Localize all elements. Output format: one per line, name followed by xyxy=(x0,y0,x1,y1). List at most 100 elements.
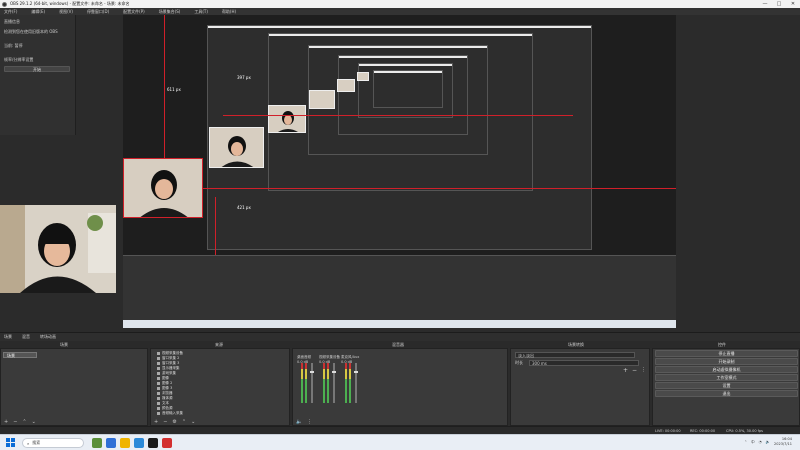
edge-icon[interactable] xyxy=(106,438,116,448)
nested-taskbar xyxy=(123,320,676,328)
menu-tools[interactable]: 工具(T) xyxy=(194,9,208,15)
move-down-icon[interactable]: ⌄ xyxy=(191,419,195,425)
remove-source-button[interactable]: − xyxy=(163,419,167,425)
menu-file[interactable]: 文件(F) xyxy=(4,9,17,15)
scenes-dock: 场景 + − ⌃ ⌄ xyxy=(0,348,148,426)
status-bar: LIVE: 00:00:00 REC: 00:00:00 CPU: 0.5%, … xyxy=(0,426,800,434)
slider-knob[interactable] xyxy=(354,371,358,373)
rec-timer: REC: 00:00:00 xyxy=(690,429,716,433)
webcam-thumb-2 xyxy=(209,127,264,168)
scene-item[interactable]: 场景 xyxy=(3,352,37,358)
app-icon-1[interactable] xyxy=(92,438,102,448)
menu-edit[interactable]: 编辑(E) xyxy=(31,9,45,15)
volume-slider[interactable] xyxy=(333,363,335,403)
minimize-button[interactable]: — xyxy=(758,0,772,8)
windows-start-icon[interactable] xyxy=(6,438,15,447)
slider-knob[interactable] xyxy=(310,371,314,373)
maximize-button[interactable]: □ xyxy=(772,0,786,8)
nested-dock-area xyxy=(123,255,676,321)
sources-dock: 视频采集设备 窗口采集 2 窗口采集 3 显示器采集 游戏采集 图像 图像 2 … xyxy=(150,348,290,426)
audio-mixer-dock: 桌面音频 0.0 dB 视频采集设备 0.0 dB 麦克风/Aux 0.0 dB… xyxy=(292,348,508,426)
taskbar-search[interactable]: ⌕ 搜索 xyxy=(22,438,84,448)
menu-profile[interactable]: 配置文件(P) xyxy=(123,9,145,15)
dock-line: 检测到您在使用旧版本的 OBS xyxy=(4,29,58,34)
slider-knob[interactable] xyxy=(332,371,336,373)
guide-horizontal xyxy=(203,188,676,189)
tab-scenes[interactable]: 场景 xyxy=(4,334,12,340)
window-title: OBS 29.1.2 (64-bit, windows) - 配置文件: 未命名… xyxy=(10,1,130,6)
sources-footer: + − ⚙ ⌃ ⌄ xyxy=(151,418,289,425)
studio-mode-button[interactable]: 工作室模式 xyxy=(655,374,798,381)
webcam-thumb-6 xyxy=(357,72,369,81)
px-label-3: 397 px xyxy=(237,75,251,80)
cpu-status: CPU: 0.5%, 30.00 fps xyxy=(726,429,763,433)
add-transition-button[interactable]: + xyxy=(623,367,628,374)
volume-slider[interactable] xyxy=(311,363,313,403)
move-up-icon[interactable]: ⌃ xyxy=(182,419,186,425)
obs-taskbar-icon[interactable] xyxy=(148,438,158,448)
obs-app-icon xyxy=(2,1,7,7)
sources-list: 视频采集设备 窗口采集 2 窗口采集 3 显示器采集 游戏采集 图像 图像 2 … xyxy=(151,349,289,418)
duration-row: 时长 300 ms xyxy=(515,359,645,366)
start-button[interactable]: 开始 xyxy=(4,66,70,72)
store-icon[interactable] xyxy=(134,438,144,448)
main-preview[interactable]: 611 px 567 px 397 px 421 px xyxy=(123,15,676,328)
volume-meter xyxy=(323,363,325,403)
webcam-thumb-5 xyxy=(337,79,355,92)
mixer-menu-icon[interactable]: ⋮ xyxy=(307,419,312,425)
search-icon: ⌕ xyxy=(27,440,30,446)
menu-help[interactable]: 帮助(H) xyxy=(222,9,236,15)
title-bar: OBS 29.1.2 (64-bit, windows) - 配置文件: 未命名… xyxy=(0,0,800,8)
taskbar-apps xyxy=(92,438,172,448)
transition-menu-icon[interactable]: ⋮ xyxy=(641,367,646,373)
chevron-up-icon[interactable]: ⌃ xyxy=(744,440,747,444)
list-item[interactable]: 音频输入采集 xyxy=(157,411,283,416)
menu-bar: 文件(F) 编辑(E) 视图(V) 停靠窗口(D) 配置文件(P) 场景集合(S… xyxy=(0,8,800,15)
remove-transition-button[interactable]: − xyxy=(632,367,637,374)
menu-docks[interactable]: 停靠窗口(D) xyxy=(87,9,109,15)
virtual-camera-button[interactable]: 启动虚拟摄像机 xyxy=(655,366,798,373)
duration-label: 时长 xyxy=(515,359,523,365)
volume-icon[interactable]: 🔈 xyxy=(766,440,770,444)
stream-info-dock: 直播信息 检测到您在使用旧版本的 OBS 当前: 暂停 帧率/分辨率设置 开始 xyxy=(0,15,76,135)
menu-scene-collection[interactable]: 场景集合(S) xyxy=(159,9,181,15)
volume-slider[interactable] xyxy=(355,363,357,403)
exit-button[interactable]: 退出 xyxy=(655,390,798,397)
volume-meter xyxy=(345,363,347,403)
tab-mixer[interactable]: 混音 xyxy=(22,334,30,340)
stop-streaming-button[interactable]: 停止直播 xyxy=(655,350,798,357)
language-indicator[interactable]: 中 xyxy=(751,440,755,445)
webcam-preview xyxy=(0,205,116,293)
wifi-icon[interactable]: ◔ xyxy=(759,440,762,444)
app-icon-6[interactable] xyxy=(162,438,172,448)
guide-horizontal-2 xyxy=(223,115,573,116)
transition-select[interactable]: 淡入淡出 xyxy=(515,351,635,358)
webcam-thumb-3 xyxy=(268,105,306,133)
close-button[interactable]: ✕ xyxy=(786,0,800,8)
volume-meter xyxy=(301,363,303,403)
move-down-icon[interactable]: ⌄ xyxy=(32,419,36,425)
explorer-icon[interactable] xyxy=(120,438,130,448)
add-source-button[interactable]: + xyxy=(154,419,158,425)
settings-button[interactable]: 设置 xyxy=(655,382,798,389)
live-timer: LIVE: 00:00:00 xyxy=(655,429,681,433)
start-recording-button[interactable]: 开始录制 xyxy=(655,358,798,365)
volume-meter xyxy=(327,363,329,403)
window-controls: — □ ✕ xyxy=(758,0,800,8)
remove-scene-button[interactable]: − xyxy=(13,419,17,425)
move-up-icon[interactable]: ⌃ xyxy=(22,419,26,425)
tab-transitions[interactable]: 转场动画 xyxy=(40,334,56,340)
dock-headers: 场景 来源 混音器 场景转换 控件 xyxy=(0,341,800,348)
px-label-4: 421 px xyxy=(237,205,251,210)
menu-view[interactable]: 视图(V) xyxy=(59,9,73,15)
speaker-icon[interactable]: 🔈 xyxy=(296,419,302,425)
webcam-person-image xyxy=(0,205,116,293)
volume-meter xyxy=(349,363,351,403)
add-scene-button[interactable]: + xyxy=(4,419,8,425)
selection-box[interactable] xyxy=(123,158,203,218)
clock[interactable]: 16:04 2023/7/11 xyxy=(774,437,792,447)
duration-input[interactable]: 300 ms xyxy=(529,359,639,366)
mixer-footer: 🔈 ⋮ xyxy=(293,418,507,425)
guide-vertical xyxy=(164,15,165,158)
gear-icon[interactable]: ⚙ xyxy=(172,419,176,425)
